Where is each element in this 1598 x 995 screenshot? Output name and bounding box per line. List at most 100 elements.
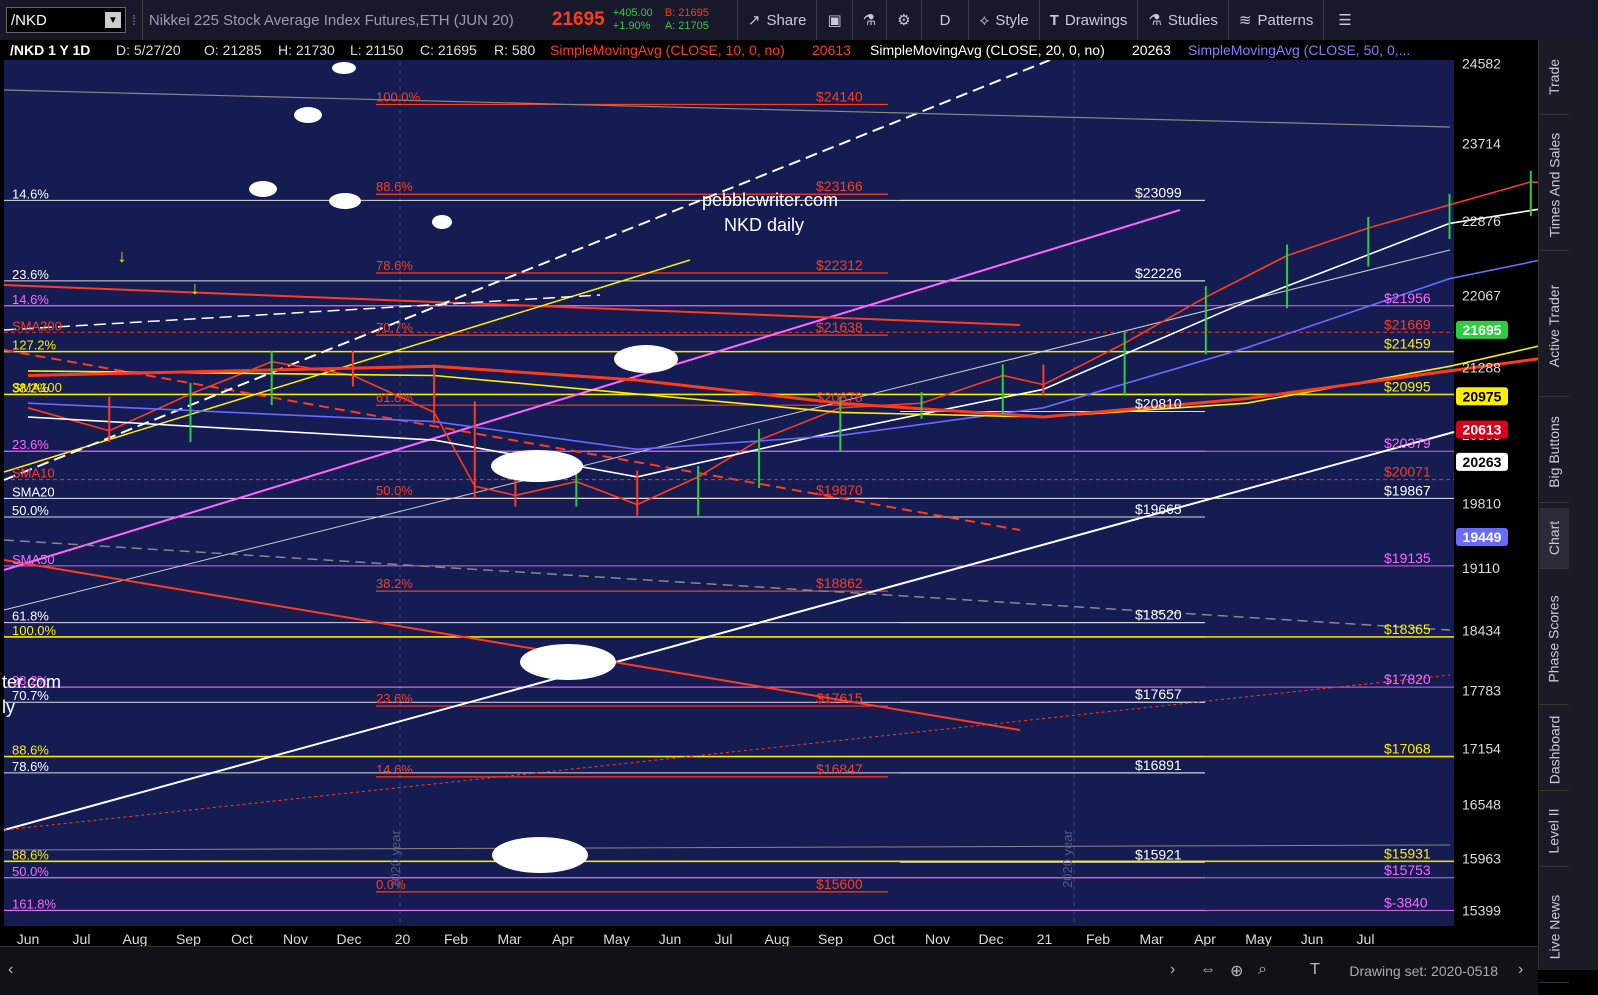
side-tab-trade[interactable]: Trade — [1539, 40, 1569, 115]
info-label: /NKD 1 Y 1D — [10, 42, 90, 58]
share-label: Share — [766, 11, 807, 29]
sma-label: SMA100 — [12, 380, 62, 395]
fib-left-label: 88.6% — [12, 743, 49, 758]
chevron-down-icon[interactable]: ▼ — [105, 12, 121, 28]
y-tick-label: 15963 — [1462, 850, 1501, 866]
x-tick-label: Apr — [1194, 931, 1216, 946]
info-range: R: 580 — [494, 42, 535, 58]
side-tab-dashboard[interactable]: Dashboard — [1539, 710, 1569, 791]
x-tick-label: Aug — [123, 931, 148, 946]
side-tab-active-trader[interactable]: Active Trader — [1539, 256, 1569, 397]
fib-left-label: 61.8% — [12, 609, 49, 624]
magnifier-icon[interactable]: ⌕ — [1258, 961, 1267, 979]
share-button[interactable]: ↗ Share — [736, 0, 817, 40]
right-level-label: $17068 — [1384, 741, 1431, 757]
sma-label: SMA200 — [12, 318, 62, 333]
year-label: 2020 year — [1060, 830, 1075, 888]
settings-button[interactable]: ⚙ — [886, 0, 920, 40]
gear-icon: ⚙ — [897, 12, 911, 29]
drawings-button[interactable]: T Drawings — [1038, 0, 1138, 40]
level-label: $18520 — [1135, 607, 1182, 623]
scroll-left-icon[interactable]: ‹ — [8, 961, 13, 979]
highlight-oval — [492, 837, 588, 873]
level-label: $22226 — [1135, 265, 1182, 281]
y-tick-label: 15399 — [1462, 902, 1501, 918]
period-button[interactable]: D — [920, 0, 969, 40]
fib-mid-price: $17615 — [816, 690, 863, 706]
y-tick-label: 23714 — [1462, 136, 1501, 152]
crosshair-icon[interactable]: ⊕ — [1230, 961, 1243, 981]
y-tick-label: 16548 — [1462, 796, 1501, 812]
side-tab-label: Live News — [1546, 894, 1562, 960]
zoom-icon[interactable]: ⇔ — [1200, 961, 1216, 979]
x-tick-label: Jun — [659, 931, 682, 946]
fib-left-label: 50.0% — [12, 864, 49, 879]
fib-mid-pct: 78.6% — [376, 258, 413, 273]
fib-left-label: 100.0% — [12, 623, 57, 638]
menu-button[interactable]: ☰ — [1323, 0, 1365, 40]
fib-mid-pct: 14.6% — [376, 762, 413, 777]
fib-mid-price: $19870 — [816, 482, 863, 498]
fib-left-label: 14.6% — [12, 292, 49, 307]
y-tick-label: 21288 — [1462, 359, 1501, 375]
scroll-right-icon[interactable]: › — [1170, 961, 1175, 979]
fib-mid-price: $16847 — [816, 761, 863, 777]
drawing-set[interactable]: Drawing set: 2020-0518 — [1349, 963, 1498, 979]
side-tab-phase-scores[interactable]: Phase Scores — [1539, 574, 1569, 705]
info-sma10-val: 20613 — [812, 42, 851, 58]
right-level-label: $19867 — [1384, 482, 1431, 498]
right-level-label: $-3840 — [1384, 894, 1428, 910]
symbol-selector[interactable]: /NKD ▼ — [6, 7, 126, 33]
text-icon[interactable]: T — [1310, 961, 1320, 979]
x-tick-label: May — [603, 931, 629, 946]
side-tab-big-buttons[interactable]: Big Buttons — [1539, 402, 1569, 503]
fib-mid-pct: 23.6% — [376, 691, 413, 706]
x-tick-label: Mar — [497, 931, 521, 946]
scroll-right-icon[interactable]: › — [1518, 961, 1523, 979]
side-tab-chart[interactable]: Chart — [1539, 508, 1569, 569]
studies-button[interactable]: ⚗ Studies — [1137, 0, 1228, 40]
patterns-button[interactable]: ≋ Patterns — [1227, 0, 1323, 40]
fib-mid-pct: 61.8% — [376, 390, 413, 405]
side-tab-level-ii[interactable]: Level II — [1539, 796, 1569, 867]
divider — [141, 0, 143, 40]
sma-label: SMA10 — [12, 466, 55, 481]
patterns-icon: ≋ — [1238, 12, 1252, 29]
chart-area[interactable]: 14.6% 23.6% 14.6% 127.2% 38.2% 23.6% 50.0% 61.8… — [0, 40, 1598, 947]
x-tick-label: Jul — [1357, 931, 1375, 946]
level-label: $16891 — [1135, 757, 1182, 773]
link-icon[interactable]: ⁞ — [132, 12, 136, 28]
flask-button[interactable]: ⚗ — [851, 0, 886, 40]
bottom-bar: ‹ › ⇔ ⊕ ⌕ T Drawing set: 2020-0518 › — [0, 946, 1538, 995]
right-level-label: $20995 — [1384, 378, 1431, 394]
screenshot-button[interactable]: ▣ — [816, 0, 851, 40]
period-label: D — [939, 11, 951, 29]
price-chart[interactable]: 14.6% 23.6% 14.6% 127.2% 38.2% 23.6% 50.0% 61.8… — [0, 40, 1598, 947]
x-tick-label: Jul — [73, 931, 91, 946]
y-tick-label: 19810 — [1462, 496, 1501, 512]
menu-icon: ☰ — [1338, 12, 1352, 29]
side-tab-live-news[interactable]: Live News — [1539, 872, 1569, 983]
info-sma50: SimpleMovingAvg (CLOSE, 50, 0,... — [1188, 42, 1410, 58]
fib-mid-price: $15600 — [816, 876, 863, 892]
fib-mid-pct: 50.0% — [376, 483, 413, 498]
highlight-oval — [329, 193, 361, 209]
fib-mid-price: $22312 — [816, 257, 863, 273]
fib-left-label: 23.6% — [12, 267, 49, 282]
right-level-label: $15753 — [1384, 862, 1431, 878]
info-sma10: SimpleMovingAvg (CLOSE, 10, 0, no) — [550, 42, 785, 58]
style-button[interactable]: ⟡ Style — [968, 0, 1038, 40]
ask: A: 21705 — [664, 20, 709, 32]
drawings-label: Drawings — [1064, 11, 1128, 29]
side-tab-times-and-sales[interactable]: Times And Sales — [1539, 120, 1569, 251]
y-tick-label: 22067 — [1462, 288, 1501, 304]
x-tick-label: Feb — [444, 931, 468, 946]
x-tick-label: Apr — [552, 931, 574, 946]
side-tab-label: Times And Sales — [1546, 132, 1562, 238]
y-tick-label: 17783 — [1462, 683, 1501, 699]
change-box: +405.00 +1.90% — [613, 7, 653, 33]
y-tick-label: 24582 — [1462, 56, 1501, 72]
symbol-description: Nikkei 225 Stock Average Index Futures,E… — [148, 11, 514, 29]
down-arrow-icon: ↓ — [191, 278, 200, 298]
highlight-oval — [491, 450, 583, 482]
